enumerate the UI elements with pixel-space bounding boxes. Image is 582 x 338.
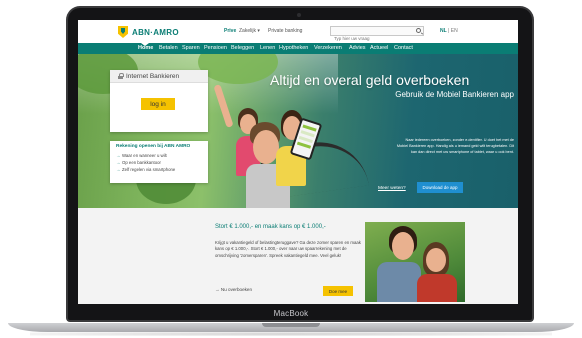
open-account-item[interactable]: → Waar en wanneer u wilt bbox=[116, 152, 175, 159]
hero-more-link[interactable]: Meer weten? bbox=[378, 186, 406, 191]
lock-icon bbox=[118, 73, 124, 79]
internet-banking-card: Internet Bankieren log in bbox=[110, 70, 208, 132]
promo-title: Stort € 1.000,- en maak kans op € 1.000,… bbox=[215, 224, 326, 230]
segment-prive[interactable]: Prive bbox=[224, 28, 236, 34]
segment-private-banking[interactable]: Private banking bbox=[268, 28, 302, 34]
open-account-item-label: Op een bankkantoor bbox=[122, 160, 161, 165]
open-account-list: → Waar en wanneer u wilt → Op een bankkant… bbox=[116, 152, 175, 173]
nav-contact[interactable]: Contact bbox=[394, 45, 413, 51]
nav-hypotheken[interactable]: Hypotheken bbox=[279, 45, 308, 51]
person-face bbox=[426, 248, 446, 272]
person-shirt bbox=[377, 262, 421, 302]
join-button[interactable]: Doe mee bbox=[323, 286, 353, 296]
shield-logo-icon bbox=[118, 26, 128, 38]
download-app-button[interactable]: Download de app bbox=[417, 182, 463, 193]
nav-sparen[interactable]: Sparen bbox=[182, 45, 200, 51]
site-logo[interactable]: ABN·AMRO bbox=[118, 26, 179, 38]
nav-betalen[interactable]: Betalen bbox=[159, 45, 178, 51]
open-account-item[interactable]: → Zelf regelen via smartphone bbox=[116, 166, 175, 173]
open-account-item[interactable]: → Op een bankkantoor bbox=[116, 159, 175, 166]
site-topbar: ABN·AMRO Prive Zakelijk ▾ Private bankin… bbox=[78, 20, 518, 43]
open-account-card: Rekening openen bij ABN AMRO → Waar en wa… bbox=[110, 141, 208, 183]
login-button[interactable]: log in bbox=[141, 98, 175, 110]
nav-pensioen[interactable]: Pensioen bbox=[204, 45, 227, 51]
nav-beleggen[interactable]: Beleggen bbox=[231, 45, 254, 51]
open-account-item-label: Zelf regelen via smartphone bbox=[122, 167, 176, 172]
language-switch: NL | EN bbox=[440, 28, 458, 34]
promo-section: Stort € 1.000,- en maak kans op € 1.000,… bbox=[78, 208, 518, 304]
hero-subtitle: Gebruik de Mobiel Bankieren app bbox=[395, 90, 514, 99]
search-box bbox=[330, 26, 424, 43]
nav-actueel[interactable]: Actueel bbox=[370, 45, 388, 51]
transfer-now-label: Nu overboeken bbox=[220, 287, 253, 292]
login-card-header: Internet Bankieren bbox=[110, 70, 208, 83]
promo-photo bbox=[365, 222, 465, 302]
nav-home[interactable]: Home bbox=[138, 45, 153, 51]
open-account-item-label: Waar en wanneer u wilt bbox=[122, 153, 167, 158]
person-shirt bbox=[417, 274, 457, 302]
browser-screen: ABN·AMRO Prive Zakelijk ▾ Private bankin… bbox=[78, 20, 518, 304]
laptop-shadow bbox=[30, 332, 552, 336]
nav-advies[interactable]: Advies bbox=[349, 45, 366, 51]
person-face bbox=[392, 232, 414, 260]
lang-en[interactable]: EN bbox=[451, 28, 458, 34]
open-account-title: Rekening openen bij ABN AMRO bbox=[116, 144, 191, 149]
nav-verzekeren[interactable]: Verzekeren bbox=[314, 45, 342, 51]
nav-lenen[interactable]: Lenen bbox=[260, 45, 275, 51]
transfer-now-link[interactable]: → Nu overboeken bbox=[215, 287, 252, 292]
hero-body-text: Naar iedereen overboeken, zonder e.denti… bbox=[396, 138, 514, 154]
search-icon[interactable] bbox=[416, 28, 421, 33]
camera-icon bbox=[297, 13, 301, 17]
logo-text: ABN·AMRO bbox=[132, 27, 179, 37]
segment-zakelijk[interactable]: Zakelijk ▾ bbox=[239, 28, 260, 34]
lang-nl[interactable]: NL bbox=[440, 28, 447, 34]
login-card-title: Internet Bankieren bbox=[126, 73, 180, 80]
laptop-brand-label: MacBook bbox=[273, 309, 309, 318]
hero-banner: Altijd en overal geld overboeken Gebruik… bbox=[78, 54, 518, 208]
laptop-base-notch bbox=[262, 323, 320, 327]
main-nav: Home Betalen Sparen Pensioen Beleggen Le… bbox=[78, 43, 518, 54]
phone-screen-row bbox=[296, 141, 312, 149]
search-input[interactable] bbox=[331, 34, 413, 43]
hero-title: Altijd en overal geld overboeken bbox=[270, 72, 470, 88]
promo-body-text: Krijgt u vakantiegeld of belastingterugg… bbox=[215, 240, 361, 258]
